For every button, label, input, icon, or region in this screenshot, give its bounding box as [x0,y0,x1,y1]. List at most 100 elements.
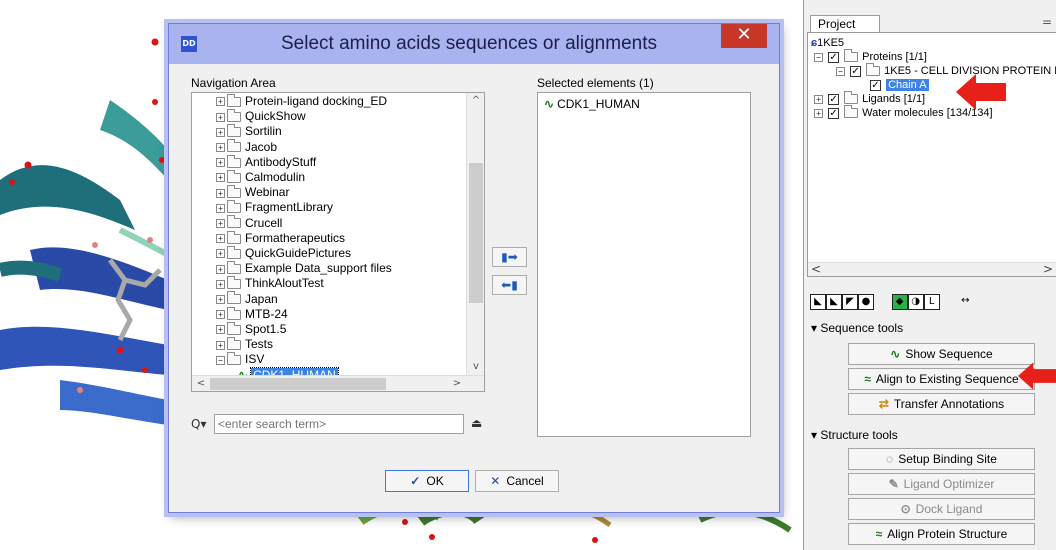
align-existing-sequence-button[interactable]: ≈ Align to Existing Sequence [848,368,1035,390]
nav-tree-item[interactable]: + Formatherapeutics [216,230,345,246]
expand-icon[interactable]: + [216,249,225,259]
nav-tree-item[interactable]: + FragmentLibrary [216,200,333,215]
scroll-right-icon[interactable]: > [1043,262,1053,276]
selected-elements-list[interactable]: ∿ CDK1_HUMAN [537,92,751,437]
cancel-button[interactable]: ✕ Cancel [475,470,559,492]
water-checkbox[interactable]: ✓ [828,107,840,119]
protein-checkbox[interactable]: ✓ [850,65,862,77]
nav-tree-item[interactable]: + Protein-ligand docking_ED [216,93,387,109]
expand-icon[interactable]: + [216,203,225,213]
nav-tree-item[interactable]: + Jacob [216,139,277,155]
project-tree-hscroll[interactable]: < > [808,262,1056,276]
nav-tree-item[interactable]: + Crucell [216,215,282,231]
project-tree[interactable]: ɕ1KE5 − ✓ Proteins [1/1] − ✓ 1KE5 - CELL… [807,32,1056,277]
expand-icon[interactable]: + [814,94,823,104]
tree-root[interactable]: ɕ1KE5 [811,36,844,50]
chain-checkbox[interactable]: ✓ [870,79,881,91]
collapse-icon[interactable]: − [836,66,845,76]
nav-tree-item[interactable]: ∿ CDK1_HUMAN [238,366,339,375]
collapse-icon[interactable]: − [814,52,823,62]
expand-icon[interactable]: + [216,234,225,244]
nav-tree-item[interactable]: − ISV [216,352,264,367]
scroll-up-icon[interactable]: ^ [467,93,484,109]
collapse-icon[interactable]: − [216,355,225,365]
remove-from-selection-button[interactable]: ⬅▮ [492,275,527,295]
structure-tools-header[interactable]: ▾ Structure tools [811,428,898,442]
dialog-titlebar[interactable]: DD Select amino acids sequences or align… [169,24,779,64]
expand-icon[interactable]: + [216,173,225,183]
expand-icon[interactable]: + [216,218,225,228]
nav-tree-item[interactable]: + Spot1.5 [216,321,286,337]
horizontal-scrollbar[interactable]: < > [192,375,484,391]
dock-ligand-button[interactable]: ⊙ Dock Ligand [848,498,1035,520]
folder-icon [227,321,241,335]
transfer-annotations-button[interactable]: ⇄ Transfer Annotations [848,393,1035,415]
nav-tree-item[interactable]: + QuickGuidePictures [216,245,351,261]
close-button[interactable]: ✕ [721,24,767,48]
nav-tree-item[interactable]: + Japan [216,291,278,307]
expand-icon[interactable]: + [216,97,225,107]
expand-icon[interactable]: + [216,158,225,168]
surface-style-icon[interactable]: ◑ [907,294,924,310]
tab-menu-icon[interactable]: = [1042,15,1052,29]
tree-proteins[interactable]: − ✓ Proteins [1/1] [814,49,927,64]
sticks-style-icon[interactable]: ◣ [826,294,842,310]
expand-icon[interactable]: + [216,142,225,152]
nav-tree-item[interactable]: + Sortilin [216,124,282,139]
expand-icon[interactable]: + [216,127,225,137]
cartoon-style-icon[interactable]: ◆ [891,294,908,310]
sequence-tools-header[interactable]: ▾ Sequence tools [811,321,903,335]
x-icon: ✕ [490,474,501,488]
scroll-right-icon[interactable]: > [448,376,466,391]
scroll-thumb[interactable] [469,163,483,303]
vertical-scrollbar[interactable]: ^ v [466,93,484,375]
binding-site-icon: ◌ [886,452,894,466]
search-icon[interactable]: Q▾ [191,417,206,431]
search-input[interactable] [214,414,464,434]
expand-icon[interactable]: + [216,325,225,335]
fit-width-icon[interactable]: ↔ [957,294,973,310]
expand-icon[interactable]: + [216,279,225,289]
nav-tree-item[interactable]: + AntibodyStuff [216,154,316,170]
folder-icon [844,49,859,63]
add-to-selection-button[interactable]: ▮➡ [492,247,527,267]
nav-tree-item[interactable]: + Calmodulin [216,169,305,185]
proteins-checkbox[interactable]: ✓ [828,51,840,63]
expand-icon[interactable]: + [814,108,823,118]
ball-stick-style-icon[interactable]: ◤ [842,294,858,310]
ligand-optimizer-button[interactable]: ✎ Ligand Optimizer [848,473,1035,495]
expand-icon[interactable]: + [216,112,225,122]
tab-project-tree[interactable]: Project Tree [810,15,880,47]
eject-icon[interactable]: ⏏ [471,416,482,430]
ok-button[interactable]: ✓ OK [385,470,469,492]
scroll-down-icon[interactable]: v [467,359,484,375]
hscroll-thumb[interactable] [210,378,386,390]
navigation-list[interactable]: + Protein-ligand docking_ED + QuickShow + Sor… [192,93,466,375]
navigation-tree[interactable]: + Protein-ligand docking_ED + QuickShow + Sor… [191,92,485,392]
selected-item[interactable]: ∿ CDK1_HUMAN [544,97,640,112]
nav-tree-item[interactable]: + Tests [216,337,273,352]
ligands-checkbox[interactable]: ✓ [828,93,840,105]
expand-icon[interactable]: + [216,264,225,274]
nav-tree-item[interactable]: + MTB-24 [216,306,288,322]
nav-tree-item[interactable]: + QuickShow [216,109,306,124]
wireframe-style-icon[interactable]: ◣ [810,294,826,310]
tree-ligands[interactable]: + ✓ Ligands [1/1] [814,91,925,106]
nav-tree-item[interactable]: + Example Data_support files [216,261,392,276]
nav-tree-item[interactable]: + ThinkAloutTest [216,276,324,291]
folder-icon [227,215,241,229]
tree-protein-entry[interactable]: − ✓ 1KE5 - CELL DIVISION PROTEIN K [836,63,1056,78]
nav-tree-item[interactable]: + Webinar [216,185,289,200]
expand-icon[interactable]: + [216,310,225,320]
scroll-left-icon[interactable]: < [192,376,210,391]
setup-binding-site-button[interactable]: ◌ Setup Binding Site [848,448,1035,470]
align-protein-structure-button[interactable]: ≈ Align Protein Structure [848,523,1035,545]
expand-icon[interactable]: + [216,340,225,350]
label-style-icon[interactable]: L [923,294,940,310]
tree-chain[interactable]: ✓ Chain A [870,78,929,92]
scroll-left-icon[interactable]: < [811,262,821,276]
spacefill-style-icon[interactable]: ● [858,294,874,310]
show-sequence-button[interactable]: ∿ Show Sequence [848,343,1035,365]
expand-icon[interactable]: + [216,294,225,304]
expand-icon[interactable]: + [216,188,225,198]
